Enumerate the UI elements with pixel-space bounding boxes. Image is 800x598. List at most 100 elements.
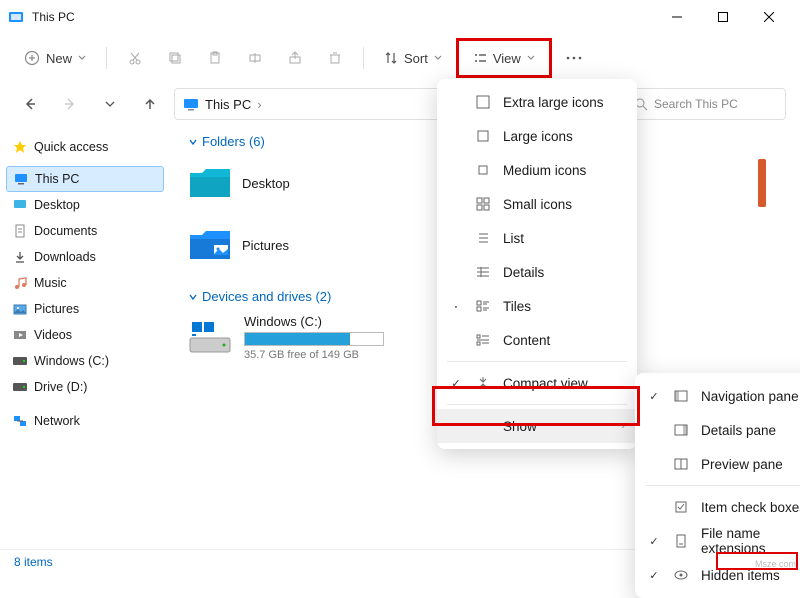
partial-folder-icon (758, 159, 766, 207)
sidebar-windows-c[interactable]: Windows (C:) (6, 348, 164, 374)
list-icon (475, 231, 491, 245)
tiles-icon (475, 299, 491, 313)
menu-tiles[interactable]: ●Tiles (437, 289, 637, 323)
monitor-icon (183, 96, 199, 112)
hidden-icon (673, 568, 689, 582)
drive-icon (12, 353, 28, 369)
recent-button[interactable] (94, 88, 126, 120)
desktop-icon (12, 197, 28, 213)
sidebar-music[interactable]: Music (6, 270, 164, 296)
download-icon (12, 249, 28, 265)
drive-icon (188, 318, 232, 358)
network-icon (12, 413, 28, 429)
preview-pane-icon (673, 457, 689, 471)
file-ext-icon (673, 534, 689, 548)
sidebar-network[interactable]: Network (6, 408, 164, 434)
delete-button[interactable] (317, 41, 353, 75)
menu-compact-view[interactable]: ✓Compact view (437, 366, 637, 400)
close-button[interactable] (746, 0, 792, 34)
folder-desktop[interactable]: Desktop (188, 159, 408, 207)
breadcrumb-chevron: › (257, 97, 261, 112)
menu-show[interactable]: Show› (437, 409, 637, 443)
monitor-icon (13, 171, 29, 187)
titlebar: This PC (0, 0, 800, 34)
copy-button[interactable] (157, 41, 193, 75)
forward-button[interactable] (54, 88, 86, 120)
small-icon (475, 197, 491, 211)
menu-preview-pane[interactable]: Preview pane (635, 447, 800, 481)
sidebar-quick-access[interactable]: Quick access (6, 134, 164, 160)
sidebar-desktop[interactable]: Desktop (6, 192, 164, 218)
checkbox-icon (673, 500, 689, 514)
menu-item-check-boxes[interactable]: Item check boxes (635, 490, 800, 524)
view-button[interactable]: View (463, 41, 545, 75)
chevron-down-icon (434, 54, 442, 62)
sort-icon (384, 51, 398, 65)
sidebar-downloads[interactable]: Downloads (6, 244, 164, 270)
view-button-highlight: View (456, 38, 552, 78)
share-icon (287, 50, 303, 66)
sidebar: Quick access This PC Desktop Documents D… (0, 126, 170, 554)
sidebar-pictures[interactable]: Pictures (6, 296, 164, 322)
sidebar-this-pc[interactable]: This PC (6, 166, 164, 192)
new-button[interactable]: New (14, 41, 96, 75)
chevron-right-icon: › (621, 420, 625, 432)
details-pane-icon (673, 423, 689, 437)
share-button[interactable] (277, 41, 313, 75)
view-label: View (493, 51, 521, 66)
menu-content[interactable]: Content (437, 323, 637, 357)
folder-pictures[interactable]: Pictures (188, 221, 408, 269)
menu-large-icons[interactable]: Large icons (437, 119, 637, 153)
menu-details-pane[interactable]: Details pane (635, 413, 800, 447)
medium-icon (475, 163, 491, 177)
menu-navigation-pane[interactable]: ✓Navigation pane (635, 379, 800, 413)
cut-button[interactable] (117, 41, 153, 75)
paste-icon (207, 50, 223, 66)
star-icon (12, 139, 28, 155)
drive-label: Windows (C:) (244, 314, 384, 329)
breadcrumb-root[interactable]: This PC (205, 97, 251, 112)
toolbar: New Sort View (0, 34, 800, 82)
more-button[interactable] (556, 41, 592, 75)
maximize-button[interactable] (700, 0, 746, 34)
menu-list[interactable]: List (437, 221, 637, 255)
back-button[interactable] (14, 88, 46, 120)
extra-large-icon (475, 95, 491, 109)
plus-circle-icon (24, 50, 40, 66)
drive-windows-c[interactable]: Windows (C:) 35.7 GB free of 149 GB (188, 314, 448, 361)
videos-icon (12, 327, 28, 343)
search-placeholder: Search This PC (654, 97, 738, 111)
rename-icon (247, 50, 263, 66)
menu-extra-large-icons[interactable]: Extra large icons (437, 85, 637, 119)
drive-free-text: 35.7 GB free of 149 GB (244, 349, 384, 361)
sort-button[interactable]: Sort (374, 41, 452, 75)
more-icon (566, 56, 582, 60)
minimize-button[interactable] (654, 0, 700, 34)
delete-icon (327, 50, 343, 66)
window-title: This PC (32, 10, 654, 24)
chevron-down-icon (527, 54, 535, 62)
menu-medium-icons[interactable]: Medium icons (437, 153, 637, 187)
folder-label: Pictures (242, 238, 289, 253)
copy-icon (167, 50, 183, 66)
sidebar-documents[interactable]: Documents (6, 218, 164, 244)
folder-icon (188, 225, 232, 265)
menu-details[interactable]: Details (437, 255, 637, 289)
paste-button[interactable] (197, 41, 233, 75)
status-text: 8 items (14, 555, 53, 569)
rename-button[interactable] (237, 41, 273, 75)
watermark: Msze com (755, 559, 796, 569)
search-box[interactable]: Search This PC (626, 88, 786, 120)
nav-pane-icon (673, 389, 689, 403)
sidebar-drive-d[interactable]: Drive (D:) (6, 374, 164, 400)
app-icon (8, 9, 24, 25)
up-button[interactable] (134, 88, 166, 120)
compact-icon (475, 376, 491, 390)
document-icon (12, 223, 28, 239)
view-icon (473, 51, 487, 65)
large-icon (475, 129, 491, 143)
details-icon (475, 265, 491, 279)
sidebar-videos[interactable]: Videos (6, 322, 164, 348)
menu-small-icons[interactable]: Small icons (437, 187, 637, 221)
menu-file-name-extensions[interactable]: ✓File name extensions (635, 524, 800, 558)
